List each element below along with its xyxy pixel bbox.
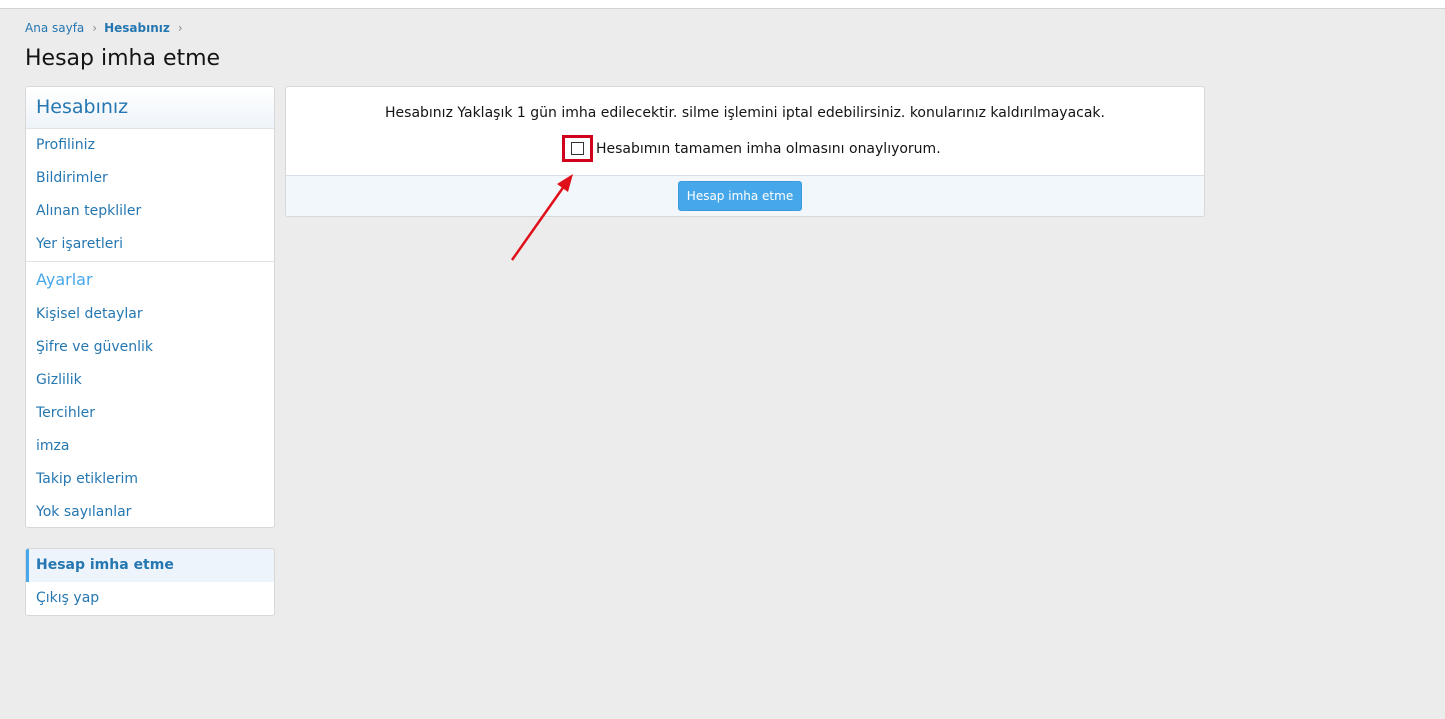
sidebar-header: Hesabınız: [26, 87, 274, 129]
page-title: Hesap imha etme: [25, 46, 221, 71]
sidebar-item-personal-details[interactable]: Kişisel detaylar: [26, 298, 274, 331]
sidebar-item-password-security[interactable]: Şifre ve güvenlik: [26, 331, 274, 364]
sidebar-settings-header: Ayarlar: [36, 270, 93, 289]
sidebar-item-logout[interactable]: Çıkış yap: [26, 582, 274, 615]
sidebar-item-following[interactable]: Takip etiklerim: [26, 463, 274, 496]
sidebar-item-privacy[interactable]: Gizlilik: [26, 364, 274, 397]
sidebar-item-delete-account[interactable]: Hesap imha etme: [26, 549, 274, 582]
confirm-label[interactable]: Hesabımın tamamen imha olmasını onaylıyo…: [596, 141, 941, 157]
breadcrumb-home[interactable]: Ana sayfa: [25, 21, 84, 35]
checkbox-highlight-box: [562, 135, 593, 162]
confirm-checkbox[interactable]: [571, 142, 584, 155]
chevron-right-icon: ›: [92, 21, 98, 35]
sidebar-item-reactions[interactable]: Alınan tepkliler: [26, 195, 274, 228]
deletion-notice: Hesabınız Yaklaşık 1 gün imha edilecekti…: [385, 105, 1105, 121]
sidebar-item-signature[interactable]: imza: [26, 430, 274, 463]
breadcrumb-current[interactable]: Hesabınız: [104, 21, 170, 35]
sidebar-item-profile[interactable]: Profiliniz: [26, 129, 274, 162]
account-actions-sidebar: Hesap imha etme Çıkış yap: [25, 548, 275, 616]
breadcrumb: Ana sayfa › Hesabınız ›: [25, 21, 190, 35]
delete-account-button[interactable]: Hesap imha etme: [678, 181, 802, 211]
delete-account-form: Hesabınız Yaklaşık 1 gün imha edilecekti…: [285, 86, 1205, 217]
form-footer: Hesap imha etme: [286, 175, 1204, 216]
sidebar-item-bookmarks[interactable]: Yer işaretleri: [26, 228, 274, 261]
sidebar-item-preferences[interactable]: Tercihler: [26, 397, 274, 430]
account-sidebar: Hesabınız Profiliniz Bildirimler Alınan …: [25, 86, 275, 528]
top-bar: [0, 0, 1445, 9]
chevron-right-icon: ›: [177, 21, 183, 35]
confirm-row: Hesabımın tamamen imha olmasını onaylıyo…: [562, 135, 941, 162]
annotation-arrow-icon: [510, 174, 573, 261]
sidebar-item-ignored[interactable]: Yok sayılanlar: [26, 496, 274, 527]
sidebar-item-alerts[interactable]: Bildirimler: [26, 162, 274, 195]
